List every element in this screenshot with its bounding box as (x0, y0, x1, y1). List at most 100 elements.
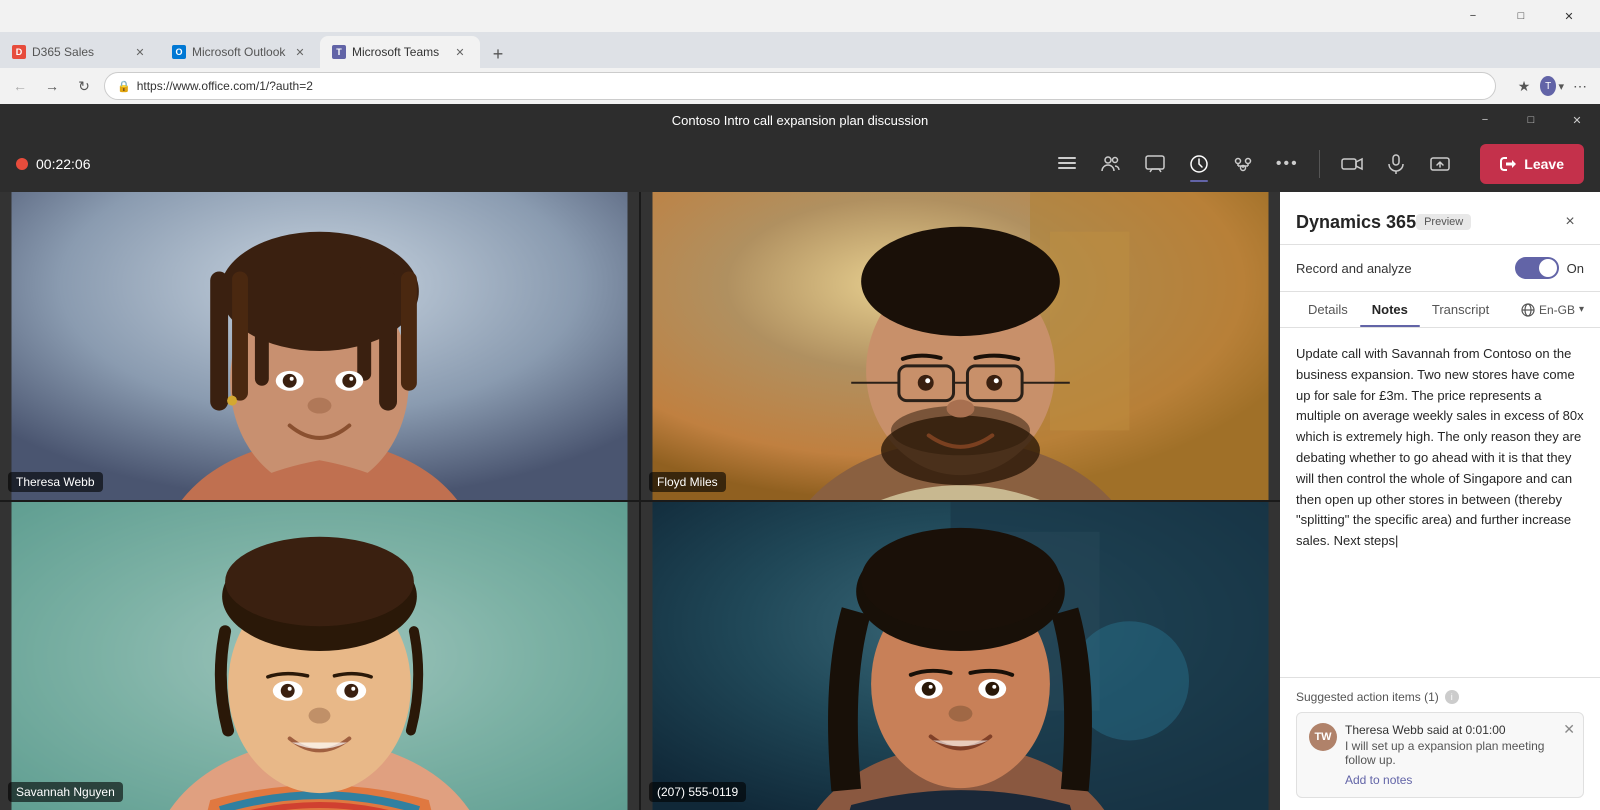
more-options-button[interactable]: ••• (1267, 144, 1307, 184)
teams-favicon: T (332, 45, 346, 59)
suggestion-text: I will set up a expansion plan meeting f… (1345, 739, 1571, 767)
camera-button[interactable] (1332, 144, 1372, 184)
suggested-section: Suggested action items (1) i TW Theresa … (1280, 677, 1600, 810)
recording-dot (16, 158, 28, 170)
suggestion-content: Theresa Webb said at 0:01:00 I will set … (1345, 723, 1571, 787)
recording-time: 00:22:06 (36, 156, 91, 172)
record-analyze-label: Record and analyze (1296, 261, 1412, 276)
profile-button[interactable]: T ▾ (1540, 74, 1564, 98)
more-options-button[interactable]: ⋯ (1568, 74, 1592, 98)
video-grid: Theresa Webb (0, 192, 1280, 810)
teams-app: Contoso Intro call expansion plan discus… (0, 104, 1600, 810)
forward-button[interactable]: → (40, 74, 64, 98)
toggle-container: On (1515, 257, 1584, 279)
tab-teams[interactable]: T Microsoft Teams ✕ (320, 36, 480, 68)
toggle-state-label: On (1567, 261, 1584, 276)
unknown-video (641, 502, 1280, 810)
lock-icon: 🔒 (117, 80, 131, 93)
tab-d365-label: D365 Sales (32, 45, 126, 59)
toggle-knob (1539, 259, 1557, 277)
d365-favicon: D (12, 45, 26, 59)
teams-close-button[interactable]: ✕ (1554, 104, 1600, 136)
suggestion-card: TW Theresa Webb said at 0:01:00 I will s… (1296, 712, 1584, 798)
panel-tabs: Details Notes Transcript En-GB ▾ (1280, 292, 1600, 328)
panel-close-button[interactable]: × (1556, 208, 1584, 236)
refresh-button[interactable]: ↻ (72, 74, 96, 98)
address-box[interactable]: 🔒 https://www.office.com/1/?auth=2 (104, 72, 1496, 100)
suggested-header-text: Suggested action items (1) (1296, 690, 1439, 704)
toolbar-separator (1319, 150, 1320, 178)
toolbar-icons: ••• (1047, 144, 1460, 184)
tab-transcript[interactable]: Transcript (1420, 292, 1501, 327)
video-cell-theresa: Theresa Webb (0, 192, 639, 500)
teams-toolbar: 00:22:06 (0, 136, 1600, 192)
tab-details[interactable]: Details (1296, 292, 1360, 327)
maximize-button[interactable]: □ (1498, 0, 1544, 32)
panel-header: Dynamics 365 Preview × (1280, 192, 1600, 245)
browser-chrome: − □ ✕ D D365 Sales ✕ O Microsoft Outlook… (0, 0, 1600, 104)
leave-meeting-button[interactable]: Leave (1480, 144, 1584, 184)
analytics-button[interactable] (1179, 144, 1219, 184)
language-label: En-GB (1539, 303, 1575, 317)
savannah-video (0, 502, 639, 810)
participant-label-floyd: Floyd Miles (649, 472, 726, 492)
language-chevron-icon: ▾ (1579, 304, 1584, 315)
record-toggle[interactable] (1515, 257, 1559, 279)
teams-maximize-button[interactable]: □ (1508, 104, 1554, 136)
back-button[interactable]: ← (8, 74, 32, 98)
participant-label-unknown: (207) 555-0119 (649, 782, 746, 802)
tab-teams-close[interactable]: ✕ (452, 44, 468, 60)
panel-title: Dynamics 365 (1296, 212, 1416, 233)
teams-titlebar: Contoso Intro call expansion plan discus… (0, 104, 1600, 136)
breakout-rooms-button[interactable] (1223, 144, 1263, 184)
floyd-video (641, 192, 1280, 500)
suggestion-close-button[interactable]: ✕ (1563, 721, 1575, 738)
close-window-button[interactable]: ✕ (1546, 0, 1592, 32)
info-icon[interactable]: i (1445, 690, 1459, 704)
add-to-notes-button[interactable]: Add to notes (1345, 773, 1571, 787)
new-tab-button[interactable]: + (484, 40, 512, 68)
notes-textarea[interactable]: Update call with Savannah from Contoso o… (1280, 328, 1600, 677)
record-analyze-row: Record and analyze On (1280, 245, 1600, 292)
teams-window-controls: − □ ✕ (1462, 104, 1600, 136)
window-controls: − □ ✕ (1450, 0, 1592, 32)
tab-outlook-close[interactable]: ✕ (292, 44, 308, 60)
video-cell-unknown: (207) 555-0119 (641, 502, 1280, 810)
suggested-header: Suggested action items (1) i (1296, 690, 1584, 704)
tab-notes[interactable]: Notes (1360, 292, 1420, 327)
share-screen-button[interactable] (1420, 144, 1460, 184)
profile-chevron: ▾ (1558, 80, 1564, 93)
participant-label-savannah: Savannah Nguyen (8, 782, 123, 802)
theresa-video (0, 192, 639, 500)
favorites-button[interactable]: ★ (1512, 74, 1536, 98)
tab-outlook[interactable]: O Microsoft Outlook ✕ (160, 36, 320, 68)
teams-minimize-button[interactable]: − (1462, 104, 1508, 136)
participants-button[interactable] (1091, 144, 1131, 184)
minimize-button[interactable]: − (1450, 0, 1496, 32)
leave-label: Leave (1524, 156, 1564, 172)
dynamics-side-panel: Dynamics 365 Preview × Record and analyz… (1280, 192, 1600, 810)
microphone-button[interactable] (1376, 144, 1416, 184)
browser-actions: ★ T ▾ ⋯ (1512, 74, 1592, 98)
address-text: https://www.office.com/1/?auth=2 (137, 79, 313, 93)
language-selector[interactable]: En-GB ▾ (1521, 303, 1584, 317)
tab-d365-sales[interactable]: D D365 Sales ✕ (0, 36, 160, 68)
main-content: Theresa Webb (0, 192, 1600, 810)
leave-icon (1500, 156, 1516, 172)
video-cell-savannah: Savannah Nguyen (0, 502, 639, 810)
preview-badge: Preview (1416, 214, 1471, 230)
profile-avatar: T (1540, 76, 1556, 96)
browser-tabs: D D365 Sales ✕ O Microsoft Outlook ✕ T M… (0, 32, 1600, 68)
roster-button[interactable] (1047, 144, 1087, 184)
tab-teams-label: Microsoft Teams (352, 45, 446, 59)
suggestion-avatar: TW (1309, 723, 1337, 751)
browser-titlebar: − □ ✕ (0, 0, 1600, 32)
tab-d365-close[interactable]: ✕ (132, 44, 148, 60)
suggestion-row: TW Theresa Webb said at 0:01:00 I will s… (1309, 723, 1571, 787)
outlook-favicon: O (172, 45, 186, 59)
tab-outlook-label: Microsoft Outlook (192, 45, 286, 59)
chat-button[interactable] (1135, 144, 1175, 184)
recording-indicator: 00:22:06 (16, 156, 91, 172)
video-cell-floyd: Floyd Miles (641, 192, 1280, 500)
participant-label-theresa: Theresa Webb (8, 472, 103, 492)
